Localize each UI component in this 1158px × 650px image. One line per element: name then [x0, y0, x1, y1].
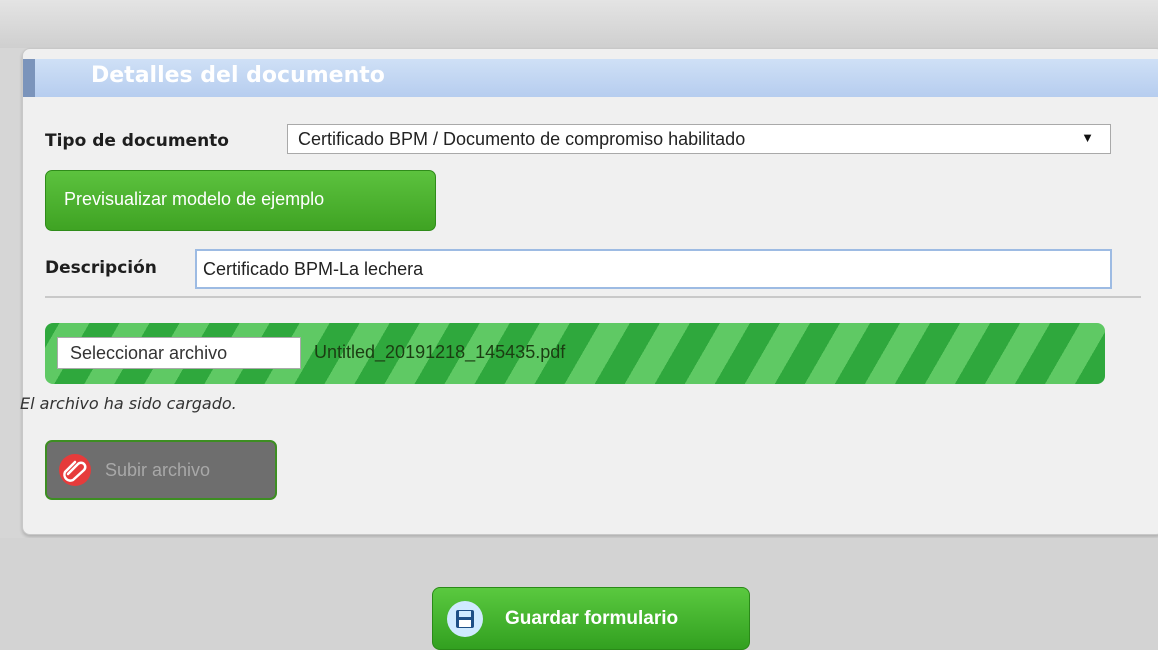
document-type-value: Certificado BPM / Documento de compromis… — [298, 129, 746, 149]
chevron-down-icon: ▼ — [1081, 130, 1094, 145]
upload-status-text: El archivo ha sido cargado. — [20, 394, 237, 413]
selected-file-name: Untitled_20191218_145435.pdf — [314, 342, 566, 362]
document-type-select[interactable]: Certificado BPM / Documento de compromis… — [287, 124, 1111, 154]
description-label: Descripción — [45, 258, 157, 278]
upload-file-button[interactable]: Subir archivo — [45, 440, 277, 500]
select-file-button[interactable]: Seleccionar archivo — [57, 337, 301, 369]
top-strip — [0, 0, 1158, 48]
panel-header: Detalles del documento — [23, 59, 1158, 97]
divider — [45, 296, 1141, 298]
preview-sample-button-label: Previsualizar modelo de ejemplo — [64, 189, 325, 209]
save-form-button-label: Guardar formulario — [505, 608, 679, 629]
paperclip-icon — [59, 454, 91, 486]
file-upload-progress: Seleccionar archivo Untitled_20191218_14… — [45, 323, 1105, 384]
preview-sample-button[interactable]: Previsualizar modelo de ejemplo — [45, 170, 436, 231]
select-file-button-label: Seleccionar archivo — [70, 343, 228, 363]
description-input[interactable]: Certificado BPM-La lechera — [195, 249, 1112, 289]
floppy-disk-icon — [447, 601, 483, 637]
document-type-label: Tipo de documento — [45, 131, 229, 151]
description-value: Certificado BPM-La lechera — [203, 259, 424, 279]
save-form-button[interactable]: Guardar formulario — [432, 587, 750, 650]
upload-file-button-label: Subir archivo — [105, 460, 211, 480]
panel-title: Detalles del documento — [91, 63, 385, 88]
